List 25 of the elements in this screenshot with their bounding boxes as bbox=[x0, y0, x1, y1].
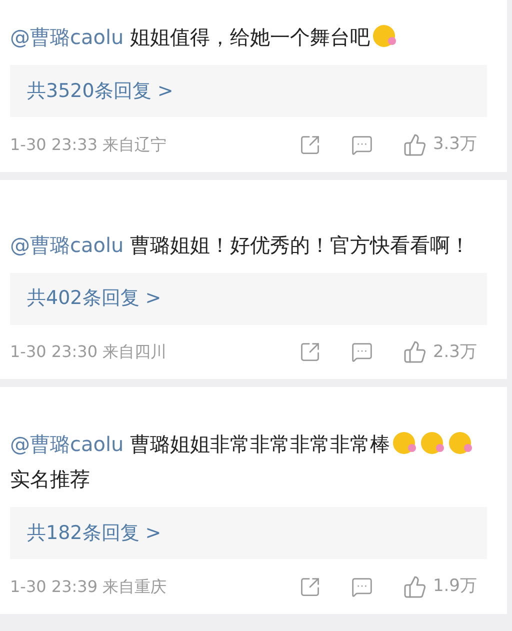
comment-text: @曹璐caolu 姐姐值得，给她一个舞台吧 bbox=[10, 20, 497, 55]
comment-icon[interactable] bbox=[350, 341, 373, 364]
like-count: 2.3万 bbox=[432, 340, 477, 364]
replies-link[interactable]: 共182条回复 > bbox=[10, 507, 487, 559]
comment-meta: 1-30 23:39 来自重庆 bbox=[10, 576, 167, 598]
like-icon[interactable] bbox=[402, 132, 427, 157]
share-icon[interactable] bbox=[298, 341, 321, 364]
comment-icon[interactable] bbox=[350, 576, 373, 598]
comment-meta: 1-30 23:30 来自四川 bbox=[10, 341, 167, 364]
share-icon[interactable] bbox=[298, 134, 321, 156]
like-icon[interactable] bbox=[402, 574, 427, 599]
comment-text: @曹璐caolu 曹璐姐姐！好优秀的！官方快看看啊！ bbox=[10, 232, 472, 258]
emoji-icon bbox=[391, 431, 418, 455]
like-count: 3.3万 bbox=[432, 133, 477, 156]
emoji-icon bbox=[447, 431, 474, 455]
share-icon[interactable] bbox=[298, 576, 321, 598]
emoji-icon bbox=[419, 431, 446, 455]
comment-icon[interactable] bbox=[350, 134, 373, 156]
replies-link[interactable]: 共402条回复 > bbox=[10, 272, 487, 324]
emoji-icon bbox=[371, 24, 398, 48]
comment-text: @曹璐caolu 曹璐姐姐非常非常非常非常棒 实名推荐 bbox=[10, 427, 497, 497]
comment-meta: 1-30 23:33 来自辽宁 bbox=[10, 134, 167, 156]
like-count: 1.9万 bbox=[432, 575, 477, 598]
like-icon[interactable] bbox=[402, 340, 427, 364]
replies-link[interactable]: 共3520条回复 > bbox=[10, 65, 487, 117]
